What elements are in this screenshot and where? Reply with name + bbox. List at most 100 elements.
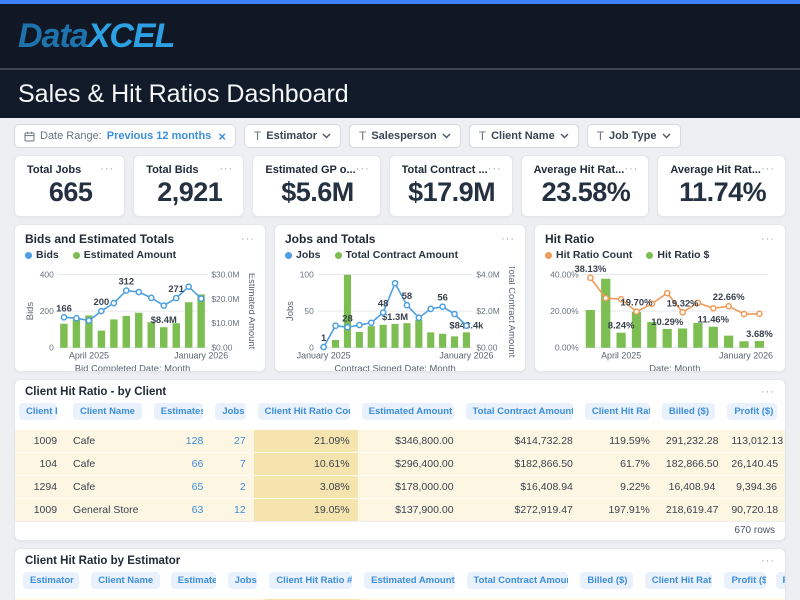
legend-item[interactable]: Bids — [25, 249, 59, 261]
column-header-pill[interactable]: Client Name — [91, 572, 160, 589]
column-header-partial[interactable]: P — [774, 570, 785, 599]
more-menu-icon[interactable]: ··· — [761, 164, 775, 175]
column-header-pill[interactable]: Jobs — [228, 572, 258, 589]
column-header-pill[interactable]: Profit ($) — [727, 403, 777, 420]
table-cell[interactable]: 12 — [211, 499, 253, 522]
legend-item[interactable]: Jobs — [285, 249, 321, 261]
combo-chart-hit-ratio: 0.00%20.00%40.00%8.24%10.29%11.46%3.68%3… — [545, 262, 775, 372]
column-header-pill[interactable]: Jobs — [215, 403, 245, 420]
column-header-pill[interactable]: P — [776, 572, 786, 589]
legend-item[interactable]: Hit Ratio Count — [545, 249, 632, 261]
column-header-pill[interactable]: Client Name — [73, 403, 142, 420]
kpi-card-average-hit-ratio-dollar: Average Hit Rat...··· 11.74% — [657, 155, 786, 217]
column-header[interactable]: Client Hit Ratio # — [265, 570, 360, 599]
column-header[interactable]: Estimator — [15, 570, 83, 599]
date-range-value[interactable]: Previous 12 months — [107, 130, 212, 142]
column-header-pill[interactable]: Profit ($) — [724, 572, 765, 589]
column-header-pill[interactable]: Estimated Amount ($) — [362, 403, 454, 420]
column-header[interactable]: Estimates — [150, 401, 212, 430]
column-header-pill[interactable]: Estimates — [171, 572, 216, 589]
filter-estimator[interactable]: T Estimator — [244, 124, 341, 148]
chevron-down-icon — [322, 133, 331, 139]
svg-text:50: 50 — [304, 306, 314, 316]
dashboard-content: Date Range: Previous 12 months × T Estim… — [0, 118, 800, 600]
column-header[interactable]: Estimates — [167, 570, 224, 599]
more-menu-icon[interactable]: ··· — [761, 387, 775, 398]
column-header-pill[interactable]: Total Contract Amount ($) — [466, 403, 573, 420]
svg-text:Bid Completed Date: Month: Bid Completed Date: Month — [75, 363, 191, 372]
date-range-filter[interactable]: Date Range: Previous 12 months × — [14, 124, 236, 148]
filter-salesperson[interactable]: T Salesperson — [349, 124, 461, 148]
table-cell: 3.08% — [254, 476, 358, 499]
filter-job-type[interactable]: T Job Type — [587, 124, 681, 148]
column-header[interactable]: Estimated Amount ($) — [358, 401, 462, 430]
svg-text:1: 1 — [321, 332, 326, 343]
table-cell[interactable]: 2 — [211, 476, 253, 499]
column-header-pill[interactable]: Estimates — [154, 403, 204, 420]
column-header-pill[interactable]: Client Hit Ratio $ — [645, 572, 713, 589]
column-header[interactable]: Client Hit Ratio $ — [641, 570, 721, 599]
column-header-pill[interactable]: Billed ($) — [662, 403, 715, 420]
legend-item[interactable]: Hit Ratio $ — [646, 249, 709, 261]
column-header[interactable]: Jobs — [211, 401, 253, 430]
more-menu-icon[interactable]: ··· — [100, 164, 114, 175]
more-menu-icon[interactable]: ··· — [761, 234, 775, 245]
svg-text:28: 28 — [342, 312, 352, 323]
column-header[interactable]: Estimated Amount ($) — [360, 570, 462, 599]
more-menu-icon[interactable]: ··· — [241, 234, 255, 245]
svg-text:Estimated Amount: Estimated Amount — [247, 273, 255, 350]
more-menu-icon[interactable]: ··· — [624, 164, 638, 175]
filter-client-name[interactable]: T Client Name — [469, 124, 579, 148]
column-header-pill[interactable]: Total Contract Amount ($) — [467, 572, 569, 589]
column-header[interactable]: Client Hit Ratio Count — [254, 401, 358, 430]
column-header[interactable]: Total Contract Amount ($) — [462, 401, 581, 430]
svg-text:January 2026: January 2026 — [174, 351, 228, 361]
svg-text:Date: Month: Date: Month — [649, 363, 700, 372]
dashboard-title-bar: Sales & Hit Ratios Dashboard — [0, 70, 800, 118]
table-cell[interactable]: 63 — [150, 499, 212, 522]
table-title: Client Hit Ratio - by Client — [25, 386, 166, 398]
column-header-pill[interactable]: Client Hit Ratio # — [269, 572, 352, 589]
table-cell[interactable]: 66 — [150, 453, 212, 476]
chart-title: Jobs and Totals — [285, 232, 375, 246]
legend-item[interactable]: Total Contract Amount — [335, 249, 459, 261]
table-cell[interactable]: 7 — [211, 453, 253, 476]
legend-item[interactable]: Estimated Amount — [73, 249, 176, 261]
column-header[interactable]: Billed ($) — [658, 401, 723, 430]
svg-text:January 2026: January 2026 — [719, 351, 773, 361]
dataxcel-logo[interactable]: DataXCEL — [18, 17, 174, 56]
svg-text:Total Contract Amount: Total Contract Amount — [507, 265, 515, 358]
column-header[interactable]: Profit ($) — [723, 401, 785, 430]
column-header-pill[interactable]: Billed ($) — [580, 572, 632, 589]
column-header[interactable]: Client ID — [15, 401, 65, 430]
close-icon[interactable]: × — [218, 129, 226, 144]
more-menu-icon[interactable]: ··· — [488, 164, 502, 175]
more-menu-icon[interactable]: ··· — [356, 164, 370, 175]
column-header-pill[interactable]: Estimator — [23, 572, 79, 589]
column-header[interactable]: Client Name — [83, 570, 166, 599]
table-cell[interactable]: 27 — [211, 430, 253, 453]
column-header-pill[interactable]: Client ID — [19, 403, 57, 420]
table-cell[interactable]: 128 — [150, 430, 212, 453]
legend-label: Estimated Amount — [84, 249, 176, 261]
table-cell[interactable]: 65 — [150, 476, 212, 499]
kpi-label: Average Hit Rat... — [670, 164, 761, 176]
column-header[interactable]: Client Hit Ratio $ — [581, 401, 658, 430]
column-header-pill[interactable]: Client Hit Ratio Count — [258, 403, 350, 420]
column-header[interactable]: Total Contract Amount ($) — [463, 570, 577, 599]
column-header[interactable]: Client Name — [65, 401, 150, 430]
more-menu-icon[interactable]: ··· — [761, 556, 775, 567]
table-cell: 16,408.94 — [658, 476, 723, 499]
data-table: Estimator Client Name Estimates Jobs Client … — [15, 570, 785, 600]
table-cell: 10.61% — [254, 453, 358, 476]
more-menu-icon[interactable]: ··· — [501, 234, 515, 245]
column-header-pill[interactable]: Estimated Amount ($) — [364, 572, 454, 589]
column-header[interactable]: Jobs — [224, 570, 266, 599]
more-menu-icon[interactable]: ··· — [219, 164, 233, 175]
svg-text:January 2026: January 2026 — [439, 351, 493, 361]
legend-dot-icon — [73, 252, 80, 259]
kpi-card-estimated-gp: Estimated GP o...··· $5.6M — [252, 155, 380, 217]
column-header[interactable]: Profit ($) — [720, 570, 773, 599]
column-header[interactable]: Billed ($) — [576, 570, 640, 599]
column-header-pill[interactable]: Client Hit Ratio $ — [585, 403, 650, 420]
